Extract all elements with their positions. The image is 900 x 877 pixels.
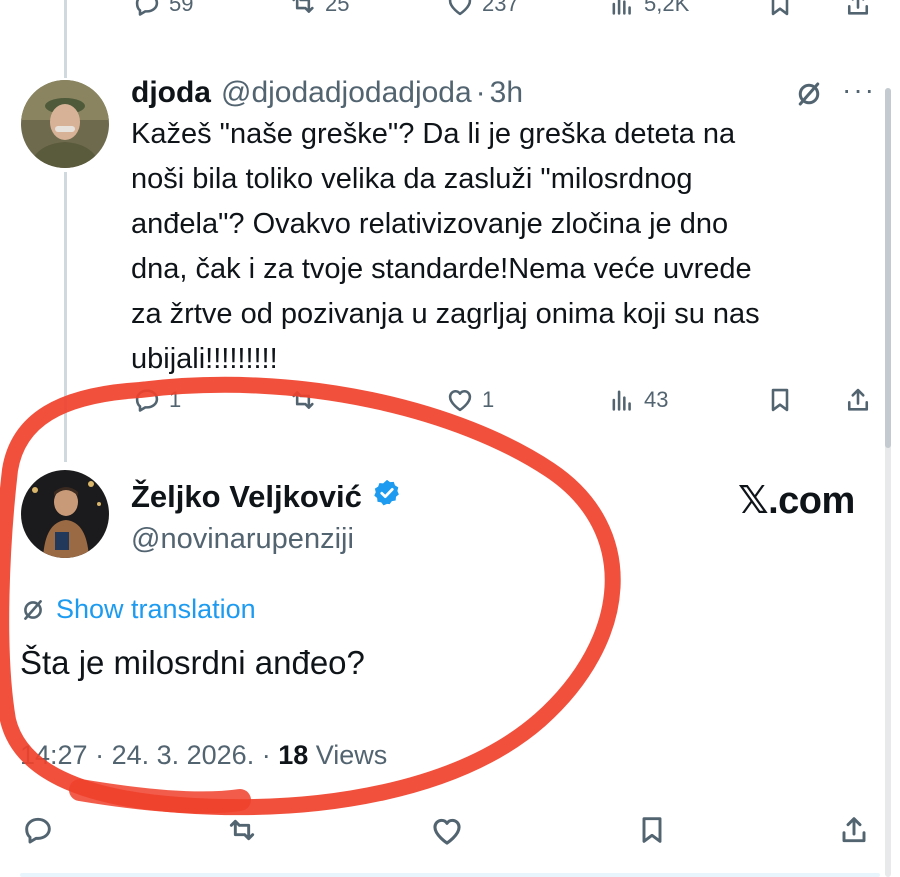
share-button[interactable]: [844, 386, 872, 414]
bookmark-icon: [771, 0, 789, 16]
share-button[interactable]: [844, 0, 872, 18]
reply-icon: [25, 817, 51, 844]
bookmark-button[interactable]: [766, 0, 794, 18]
reply-icon: [135, 389, 159, 412]
show-translation-label[interactable]: Show translation: [56, 594, 256, 625]
retweet-button[interactable]: 25: [289, 0, 349, 18]
reply-tweet-text: Kažeš "naše greške"? Da li je greška det…: [131, 118, 760, 375]
retweet-button[interactable]: [289, 386, 317, 414]
xcom-watermark: 𝕏.com: [738, 480, 855, 522]
retweet-icon: [292, 391, 314, 409]
avatar-image: [21, 80, 109, 168]
reply-button[interactable]: [22, 814, 54, 846]
reply-tweet-actions: 1 1 43: [0, 382, 900, 422]
author-handle[interactable]: @novinarupenziji: [131, 523, 354, 556]
show-translation-link[interactable]: Show translation: [20, 594, 256, 625]
author-name[interactable]: Željko Veljković: [131, 479, 362, 515]
tweet-meta: 14:27 · 24. 3. 2026. · 18 Views: [20, 740, 387, 771]
reply-author-line: djoda @djodadjodadjoda · 3h: [131, 76, 523, 110]
like-icon: [448, 389, 472, 412]
previous-tweet-actions: 59 25 237 5,2K: [0, 0, 900, 26]
reply-button[interactable]: 1: [133, 386, 181, 414]
bookmark-button[interactable]: [636, 814, 668, 846]
avatar-djoda[interactable]: [21, 80, 109, 168]
main-tweet-text: Šta je milosrdni anđeo?: [20, 644, 365, 681]
separator-dot: ·: [254, 740, 279, 770]
bookmark-icon: [642, 817, 662, 843]
bookmark-icon: [771, 388, 789, 412]
tweet-date[interactable]: 24. 3. 2026.: [112, 740, 255, 771]
like-button[interactable]: 237: [446, 0, 519, 18]
share-icon: [842, 817, 866, 843]
share-button[interactable]: [838, 814, 870, 846]
bookmark-button[interactable]: [766, 386, 794, 414]
reply-count: 59: [169, 0, 194, 16]
views-button[interactable]: 43: [608, 386, 668, 414]
views-icon: [612, 0, 631, 15]
reply-count: 1: [169, 387, 182, 412]
retweet-count: 25: [325, 0, 350, 16]
main-tweet-actions: [0, 812, 900, 852]
like-count: 237: [482, 0, 519, 16]
main-author-line: Željko Veljković: [131, 478, 402, 516]
translate-icon[interactable]: [794, 79, 824, 114]
like-icon: [448, 0, 472, 16]
share-icon: [847, 388, 869, 411]
tweet-time[interactable]: 3h: [490, 76, 523, 110]
views-count: 43: [644, 387, 669, 412]
translate-icon: [24, 599, 42, 620]
views-count: 5,2K: [644, 0, 690, 16]
author-handle[interactable]: @djodadjodadjoda: [221, 76, 472, 110]
more-icon[interactable]: ···: [842, 74, 876, 106]
reply-button[interactable]: 59: [133, 0, 193, 18]
author-name[interactable]: djoda: [131, 76, 211, 110]
views-count[interactable]: 18: [278, 740, 308, 771]
views-button[interactable]: 5,2K: [608, 0, 689, 18]
scrollbar[interactable]: [885, 88, 891, 877]
like-count: 1: [482, 387, 495, 412]
avatar-zeljko[interactable]: [21, 470, 109, 558]
retweet-button[interactable]: [226, 814, 258, 846]
retweet-icon: [229, 819, 255, 841]
bottom-divider: [20, 873, 880, 877]
separator-dot: ·: [475, 76, 486, 109]
like-button[interactable]: 1: [446, 386, 494, 414]
avatar-image: [21, 470, 109, 558]
views-icon: [612, 390, 631, 411]
retweet-icon: [292, 0, 314, 13]
verified-icon: [372, 478, 402, 516]
separator-dot: ·: [87, 740, 112, 770]
tweet-time[interactable]: 14:27: [20, 740, 88, 771]
reply-icon: [135, 0, 159, 16]
views-label: Views: [308, 740, 388, 770]
share-icon: [847, 0, 869, 15]
like-button[interactable]: [430, 814, 464, 848]
like-icon: [433, 818, 461, 845]
